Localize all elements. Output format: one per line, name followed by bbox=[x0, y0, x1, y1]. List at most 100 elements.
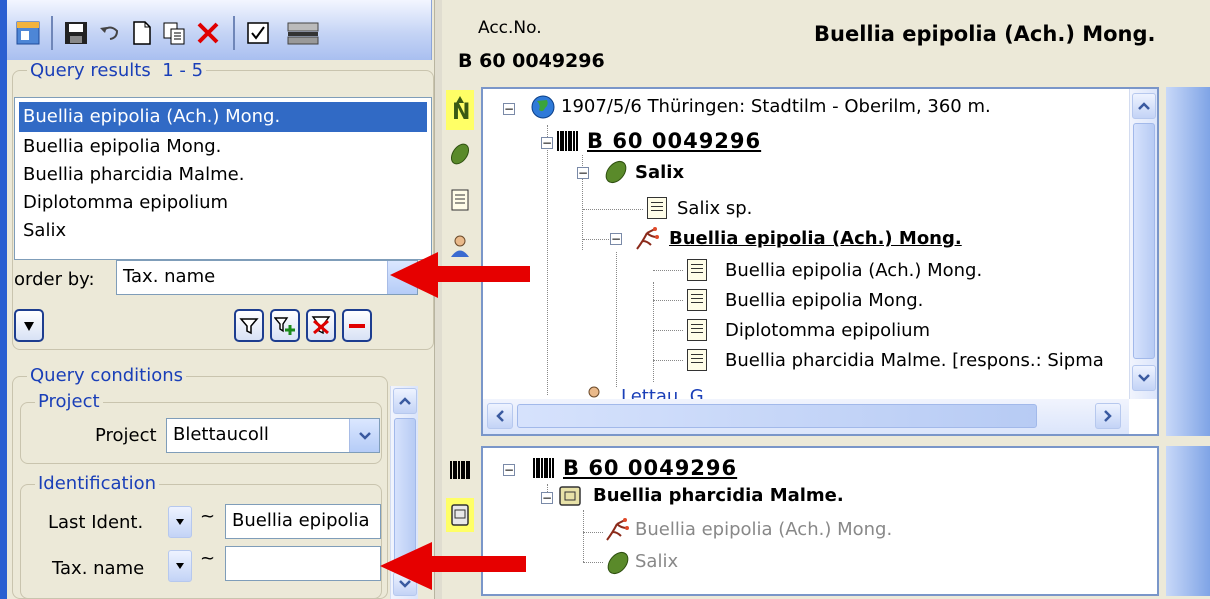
project-value: Blettaucoll bbox=[173, 424, 269, 445]
triangle-down-icon bbox=[176, 519, 184, 525]
query-results-list[interactable]: Buellia epipolia (Ach.) Mong. Buellia ep… bbox=[14, 97, 432, 260]
tree-line bbox=[653, 282, 654, 382]
part-name[interactable]: Buellia pharcidia Malme. bbox=[593, 484, 844, 508]
collapse-icon[interactable]: − bbox=[577, 167, 589, 179]
list-item[interactable]: Buellia pharcidia Malme. bbox=[19, 160, 427, 190]
collapse-icon[interactable]: − bbox=[541, 137, 553, 149]
part-tree[interactable]: − B 60 0049296 − Buellia pharcidia Malme… bbox=[481, 446, 1159, 596]
scroll-down-icon[interactable] bbox=[1132, 365, 1156, 391]
operator-tilde: ~ bbox=[200, 548, 216, 569]
save-icon[interactable] bbox=[61, 18, 91, 48]
last-ident-value: Buellia epipolia bbox=[232, 510, 370, 531]
barcode-icon bbox=[533, 458, 554, 478]
remove-button[interactable] bbox=[342, 309, 372, 342]
tree-vertical-scrollbar[interactable] bbox=[1129, 89, 1157, 399]
identification-group bbox=[20, 484, 382, 599]
scroll-right-icon[interactable] bbox=[1095, 403, 1121, 429]
leaf-icon[interactable] bbox=[446, 140, 474, 168]
acc-no-label: Acc.No. bbox=[478, 18, 542, 38]
list-item[interactable]: Diplotomma epipolium bbox=[19, 188, 427, 218]
toolbar-separator bbox=[51, 16, 53, 50]
specimen-title: Buellia epipolia (Ach.) Mong. bbox=[814, 22, 1156, 46]
collector[interactable]: Lettau, G. bbox=[621, 385, 709, 399]
specimen-tree[interactable]: − 1907/5/6 Thüringen: Stadtilm - Oberilm… bbox=[481, 87, 1159, 436]
order-by-label: order by: bbox=[14, 269, 95, 290]
delete-icon[interactable] bbox=[193, 18, 223, 48]
barcode-icon[interactable] bbox=[446, 456, 474, 484]
checkbox-icon[interactable] bbox=[243, 18, 273, 48]
right-panel-strip bbox=[1166, 87, 1210, 436]
collapse-icon[interactable]: − bbox=[503, 103, 515, 115]
specimen-part-icon bbox=[559, 486, 581, 506]
tree-line bbox=[547, 125, 548, 395]
globe-icon bbox=[531, 95, 555, 119]
chevron-down-icon[interactable] bbox=[349, 419, 379, 452]
minus-icon bbox=[349, 323, 365, 328]
last-ident-input[interactable]: Buellia epipolia bbox=[225, 504, 381, 539]
project-label: Project bbox=[95, 425, 157, 446]
operator-dropdown[interactable] bbox=[168, 506, 192, 538]
leaf-icon bbox=[605, 160, 627, 184]
document-icon bbox=[687, 259, 707, 281]
part-child[interactable]: Salix bbox=[635, 550, 678, 574]
barcode-icon bbox=[557, 131, 578, 151]
identification[interactable]: Buellia epipolia (Ach.) Mong. bbox=[725, 259, 982, 283]
clear-filter-icon bbox=[311, 315, 331, 334]
document-icon bbox=[687, 349, 707, 371]
scroll-thumb[interactable] bbox=[1133, 123, 1155, 359]
tree-line bbox=[583, 510, 584, 562]
collapse-icon[interactable]: − bbox=[610, 233, 622, 245]
scroll-up-icon[interactable] bbox=[1132, 93, 1156, 119]
triangle-down-icon bbox=[176, 563, 184, 569]
form-icon[interactable] bbox=[13, 18, 43, 48]
list-item[interactable]: Buellia epipolia (Ach.) Mong. bbox=[19, 102, 427, 132]
scroll-thumb[interactable] bbox=[517, 404, 1037, 428]
lichen-group[interactable]: Buellia epipolia (Ach.) Mong. bbox=[669, 227, 1109, 251]
toolbar-separator bbox=[233, 16, 235, 50]
identification-group-title: Identification bbox=[35, 473, 160, 495]
scroll-up-icon[interactable] bbox=[393, 388, 417, 414]
filter-button[interactable] bbox=[234, 309, 264, 342]
part-barcode[interactable]: B 60 0049296 bbox=[563, 456, 791, 480]
expand-query-button[interactable] bbox=[14, 309, 44, 342]
collapse-icon[interactable]: − bbox=[541, 492, 553, 504]
scanner-icon[interactable] bbox=[283, 18, 323, 48]
filter-icon bbox=[239, 317, 259, 334]
specimen-part-icon[interactable] bbox=[446, 498, 474, 532]
main-toolbar bbox=[7, 0, 432, 60]
tree-line bbox=[653, 300, 683, 301]
leaf-icon bbox=[607, 551, 629, 575]
identification[interactable]: Buellia epipolia Mong. bbox=[725, 289, 923, 313]
tax-name-input[interactable] bbox=[225, 546, 381, 581]
list-item[interactable]: Buellia epipolia Mong. bbox=[19, 132, 427, 162]
plant-group[interactable]: Salix bbox=[635, 161, 684, 185]
collection-event[interactable]: 1907/5/6 Thüringen: Stadtilm - Oberilm, … bbox=[561, 95, 991, 119]
lichen-icon bbox=[606, 518, 629, 541]
project-combo[interactable]: Blettaucoll bbox=[166, 418, 380, 453]
document-icon[interactable] bbox=[446, 186, 474, 214]
new-doc-icon[interactable] bbox=[127, 18, 157, 48]
window-left-edge bbox=[0, 0, 7, 599]
identification[interactable]: Diplotomma epipolium bbox=[725, 319, 930, 343]
specimen-barcode[interactable]: B 60 0049296 bbox=[587, 129, 827, 153]
svg-text:N: N bbox=[452, 100, 470, 125]
query-conditions-title: Query conditions bbox=[27, 365, 187, 387]
tree-horizontal-scrollbar[interactable] bbox=[483, 399, 1129, 434]
order-by-combo[interactable]: Tax. name bbox=[116, 260, 418, 295]
scroll-left-icon[interactable] bbox=[487, 403, 513, 429]
acc-no-value: B 60 0049296 bbox=[458, 50, 605, 72]
operator-dropdown[interactable] bbox=[168, 550, 192, 582]
north-icon[interactable]: N bbox=[446, 90, 474, 130]
right-panel-strip bbox=[1166, 446, 1210, 596]
list-item[interactable]: Salix bbox=[19, 216, 427, 246]
identification[interactable]: Buellia pharcidia Malme. [respons.: Sipm… bbox=[725, 349, 1125, 373]
tree-line bbox=[653, 330, 683, 331]
collapse-icon[interactable]: − bbox=[503, 464, 515, 476]
copy-icon[interactable] bbox=[159, 18, 189, 48]
add-filter-button[interactable] bbox=[270, 309, 300, 342]
plant-ident[interactable]: Salix sp. bbox=[677, 197, 752, 221]
operator-tilde: ~ bbox=[200, 506, 216, 527]
clear-filter-button[interactable] bbox=[306, 309, 336, 342]
part-child[interactable]: Buellia epipolia (Ach.) Mong. bbox=[635, 518, 892, 542]
undo-icon[interactable] bbox=[95, 18, 125, 48]
